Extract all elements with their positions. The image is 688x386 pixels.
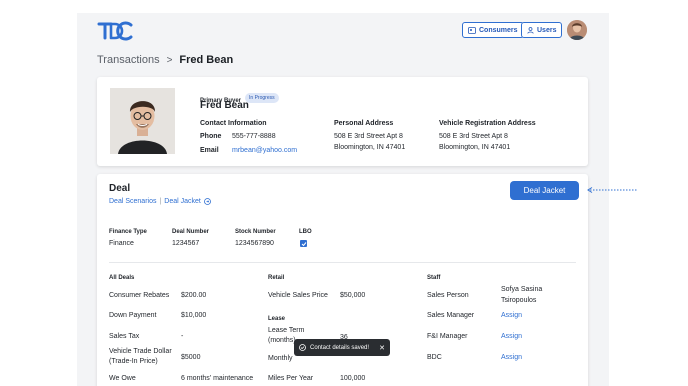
- checkmark-icon: [301, 241, 306, 246]
- miles-per-year-value: 100,000: [340, 375, 366, 382]
- deal-scenarios-link[interactable]: Deal Scenarios: [109, 198, 156, 205]
- pointer-arrow: [587, 187, 638, 193]
- check-circle-icon: [299, 344, 306, 351]
- email-label: Email: [200, 147, 219, 154]
- toast-message: Contact details saved!: [310, 344, 370, 351]
- assign-link[interactable]: Assign: [501, 352, 522, 363]
- all-deals-value: $5000: [181, 354, 201, 361]
- deal-jacket-button[interactable]: Deal Jacket: [510, 181, 579, 200]
- personal-address-heading: Personal Address: [334, 120, 394, 127]
- all-deals-value: -: [181, 333, 184, 340]
- vehicle-sales-price-label: Vehicle Sales Price: [268, 292, 328, 299]
- staff-heading: Staff: [427, 275, 441, 281]
- deal-number-value: 1234567: [172, 240, 200, 247]
- close-icon[interactable]: ✕: [379, 344, 385, 352]
- users-icon: [527, 26, 534, 34]
- all-deals-value: $10,000: [181, 312, 207, 319]
- all-deals-label: Vehicle Trade Dollar (Trade-In Price): [109, 348, 172, 365]
- vehicle-address-heading: Vehicle Registration Address: [439, 120, 536, 127]
- all-deals-value: 6 months' maintenance: [181, 375, 254, 382]
- consumers-label: Consumers: [479, 26, 518, 34]
- company-logo[interactable]: [97, 21, 133, 41]
- users-label: Users: [537, 26, 557, 34]
- breadcrumb-current: Fred Bean: [179, 54, 234, 66]
- vehicle-address-line1: 508 E 3rd Street Apt 8: [439, 133, 508, 140]
- phone-value: 555-777-8888: [232, 133, 276, 140]
- assign-link[interactable]: Assign: [501, 331, 522, 342]
- all-deals-label: Down Payment: [109, 312, 157, 319]
- chevron-right-icon: >: [166, 54, 173, 66]
- staff-role: Sales Manager: [427, 312, 475, 319]
- staff-assignee: Sofya Sasina Tsiropoulos: [501, 286, 543, 304]
- vehicle-sales-price-value: $50,000: [340, 292, 366, 299]
- deal-jacket-link[interactable]: Deal Jacket: [164, 198, 201, 205]
- deal-links: Deal Scenarios | Deal Jacket: [109, 198, 211, 205]
- all-deals-label: We Owe: [109, 375, 136, 382]
- link-divider: |: [159, 198, 162, 205]
- staff-role: Sales Person: [427, 292, 469, 299]
- all-deals-heading: All Deals: [109, 275, 135, 281]
- external-circle-icon[interactable]: [203, 198, 211, 205]
- users-button[interactable]: Users: [521, 22, 563, 38]
- finance-type-value: Finance: [109, 240, 134, 247]
- lease-heading: Lease: [268, 316, 286, 322]
- deal-number-label: Deal Number: [172, 229, 210, 235]
- status-badge: In Progress: [245, 92, 279, 103]
- stock-number-label: Stock Number: [235, 229, 276, 235]
- vehicle-address-line2: Bloomington, IN 47401: [439, 144, 511, 151]
- personal-address-line2: Bloomington, IN 47401: [334, 144, 406, 151]
- all-deals-value: $200.00: [181, 292, 207, 299]
- contact-heading: Contact Information: [200, 120, 267, 127]
- finance-type-label: Finance Type: [109, 229, 147, 235]
- monthly-label: Monthly: [268, 355, 293, 362]
- app-window: Consumers Users Transactions > Fred Bean: [77, 13, 609, 386]
- consumers-button[interactable]: Consumers: [462, 22, 524, 38]
- personal-address-line1: 508 E 3rd Street Apt 8: [334, 133, 403, 140]
- miles-per-year-label: Miles Per Year: [268, 375, 314, 382]
- breadcrumb: Transactions > Fred Bean: [97, 54, 233, 66]
- buyer-photo: [110, 88, 175, 154]
- retail-heading: Retail: [268, 275, 285, 281]
- buyer-name: Fred Bean: [200, 100, 249, 111]
- consumers-icon: [468, 26, 476, 34]
- all-deals-label: Consumer Rebates: [109, 292, 170, 299]
- toast-notification: Contact details saved! ✕: [294, 339, 390, 356]
- assign-link[interactable]: Assign: [501, 310, 522, 321]
- stock-number-value: 1234567890: [235, 240, 274, 247]
- staff-role: F&I Manager: [427, 333, 468, 340]
- deal-title: Deal: [109, 183, 131, 194]
- user-avatar[interactable]: [567, 20, 587, 40]
- staff-role: BDC: [427, 354, 442, 361]
- section-divider: [109, 262, 576, 263]
- email-link[interactable]: mrbean@yahoo.com: [232, 145, 297, 156]
- all-deals-label: Sales Tax: [109, 333, 140, 340]
- lbo-checkbox[interactable]: [300, 240, 307, 247]
- lbo-label: LBO: [299, 229, 312, 235]
- buyer-card: Primary BuyerIn Progress Fred Bean Conta…: [97, 77, 588, 166]
- phone-label: Phone: [200, 133, 222, 140]
- breadcrumb-transactions[interactable]: Transactions: [97, 54, 160, 66]
